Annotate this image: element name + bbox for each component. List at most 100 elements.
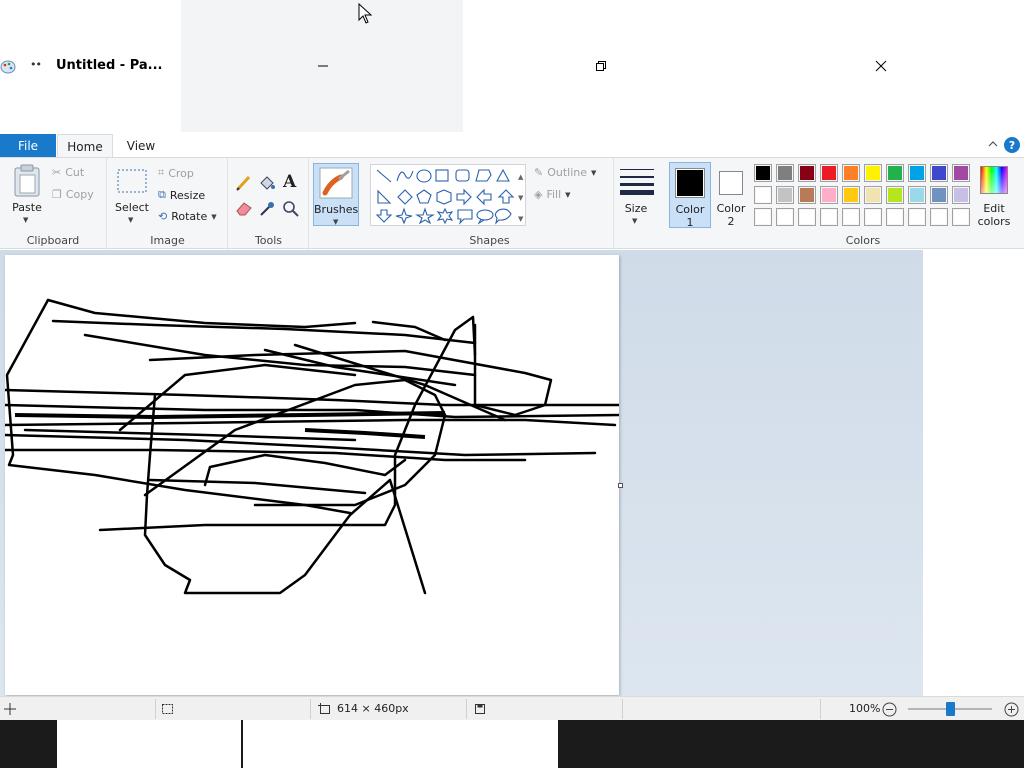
text-icon[interactable]: A [283,172,296,192]
size-button[interactable]: Size ▼ [616,162,660,228]
palette-swatch[interactable] [864,186,882,204]
select-button[interactable]: Select [112,201,152,214]
palette-swatch[interactable] [952,208,970,226]
fill-dropdown-icon: ▼ [565,190,571,199]
palette-swatch[interactable] [952,186,970,204]
palette-swatch-fill [822,166,836,180]
palette-swatch[interactable] [798,186,816,204]
palette-swatch[interactable] [820,186,838,204]
palette-swatch[interactable] [798,164,816,182]
color-picker-icon[interactable] [258,200,276,218]
palette-swatch[interactable] [820,164,838,182]
zoom-in-icon[interactable] [1004,702,1019,717]
palette-swatch-fill [888,188,902,202]
help-icon[interactable]: ? [1004,137,1020,153]
zoom-out-icon[interactable] [882,702,897,717]
palette-swatch-fill [888,166,902,180]
rotate-button[interactable]: ⟲ Rotate ▼ [158,210,217,223]
tools-group-label: Tools [254,234,283,247]
quick-access-toolbar-icon[interactable]: •• [30,58,42,71]
fill-bucket-icon[interactable] [258,174,276,192]
palette-swatch-fill [910,166,924,180]
palette-swatch[interactable] [842,208,860,226]
palette-swatch-fill [954,166,968,180]
resize-label: Resize [169,188,206,202]
palette-swatch[interactable] [842,186,860,204]
rotate-label: Rotate [171,210,208,223]
palette-swatch[interactable] [952,164,970,182]
taskbar-item[interactable] [57,720,241,768]
select-dropdown-icon[interactable]: ▼ [128,216,133,224]
palette-swatch[interactable] [776,208,794,226]
taskbar-item[interactable] [243,720,558,768]
resize-icon: ⧉ [158,188,166,201]
title-bar[interactable]: •• Untitled - Pa... [0,0,1024,132]
pencil-icon[interactable] [235,174,253,192]
size-dropdown-icon: ▼ [632,217,638,225]
close-button[interactable] [871,56,891,76]
shapes-gallery[interactable]: ▲ ▼ ▼ [370,164,526,226]
color-spectrum-icon [980,166,1008,194]
palette-swatch[interactable] [908,164,926,182]
color-1-swatch [675,168,705,198]
collapse-ribbon-icon[interactable] [988,140,998,148]
palette-swatch[interactable] [798,208,816,226]
magnifier-icon[interactable] [282,200,300,218]
paste-dropdown-icon[interactable]: ▼ [23,216,28,224]
palette-swatch[interactable] [864,208,882,226]
palette-swatch[interactable] [754,164,772,182]
select-icon[interactable] [116,168,148,194]
palette-swatch[interactable] [886,208,904,226]
minimize-button[interactable] [313,56,333,76]
maximize-button[interactable] [591,56,611,76]
color-2-label-line1: Color [716,202,746,215]
drawing-canvas[interactable] [3,255,621,695]
zoom-slider-thumb[interactable] [946,702,955,716]
clipboard-group-label: Clipboard [26,234,80,247]
copy-button[interactable]: ❐ Copy [52,188,94,201]
paste-icon[interactable] [12,164,42,198]
palette-swatch[interactable] [754,186,772,204]
fill-button[interactable]: ◈ Fill ▼ [534,188,571,201]
palette-swatch[interactable] [886,164,904,182]
canvas-resize-handle[interactable] [618,483,623,488]
tab-file[interactable]: File [0,134,56,158]
shapes-group-label: Shapes [469,234,510,247]
color-1-button[interactable]: Color 1 [669,162,711,229]
resize-button[interactable]: ⧉ Resize [158,188,205,202]
palette-swatch[interactable] [886,186,904,204]
palette-swatch[interactable] [864,164,882,182]
palette-swatch[interactable] [930,208,948,226]
tab-view[interactable]: View [116,134,166,158]
palette-swatch[interactable] [908,208,926,226]
palette-swatch-fill [844,188,858,202]
paint-app-icon[interactable] [0,60,16,74]
palette-swatch-fill [778,188,792,202]
color-2-button[interactable]: Color 2 [713,162,751,228]
palette-swatch[interactable] [930,164,948,182]
crop-icon: ⌗ [158,166,165,179]
palette-swatch-fill [866,188,880,202]
palette-swatch[interactable] [776,186,794,204]
palette-swatch-fill [822,210,836,224]
paste-button[interactable]: Paste [8,201,46,214]
cut-button[interactable]: ✂ Cut [52,166,84,179]
palette-swatch[interactable] [754,208,772,226]
status-separator [155,699,156,719]
save-icon [475,703,485,714]
palette-swatch[interactable] [930,186,948,204]
edit-colors-button[interactable]: Edit colors [976,162,1012,228]
image-group: Select ▼ ⌗ Crop ⧉ Resize ⟲ Rotate ▼ Imag… [108,158,228,250]
canvas-size-value: 614 × 460px [337,702,409,715]
outline-button[interactable]: ✎ Outline ▼ [534,166,596,179]
palette-swatch[interactable] [820,208,838,226]
outline-icon: ✎ [534,166,544,179]
tab-home[interactable]: Home [57,134,113,158]
palette-swatch[interactable] [842,164,860,182]
palette-swatch[interactable] [776,164,794,182]
brushes-button[interactable]: Brushes ▼ [313,163,359,226]
eraser-icon[interactable] [235,200,253,216]
tools-group: A Tools [229,158,309,250]
crop-button[interactable]: ⌗ Crop [158,166,194,180]
palette-swatch[interactable] [908,186,926,204]
